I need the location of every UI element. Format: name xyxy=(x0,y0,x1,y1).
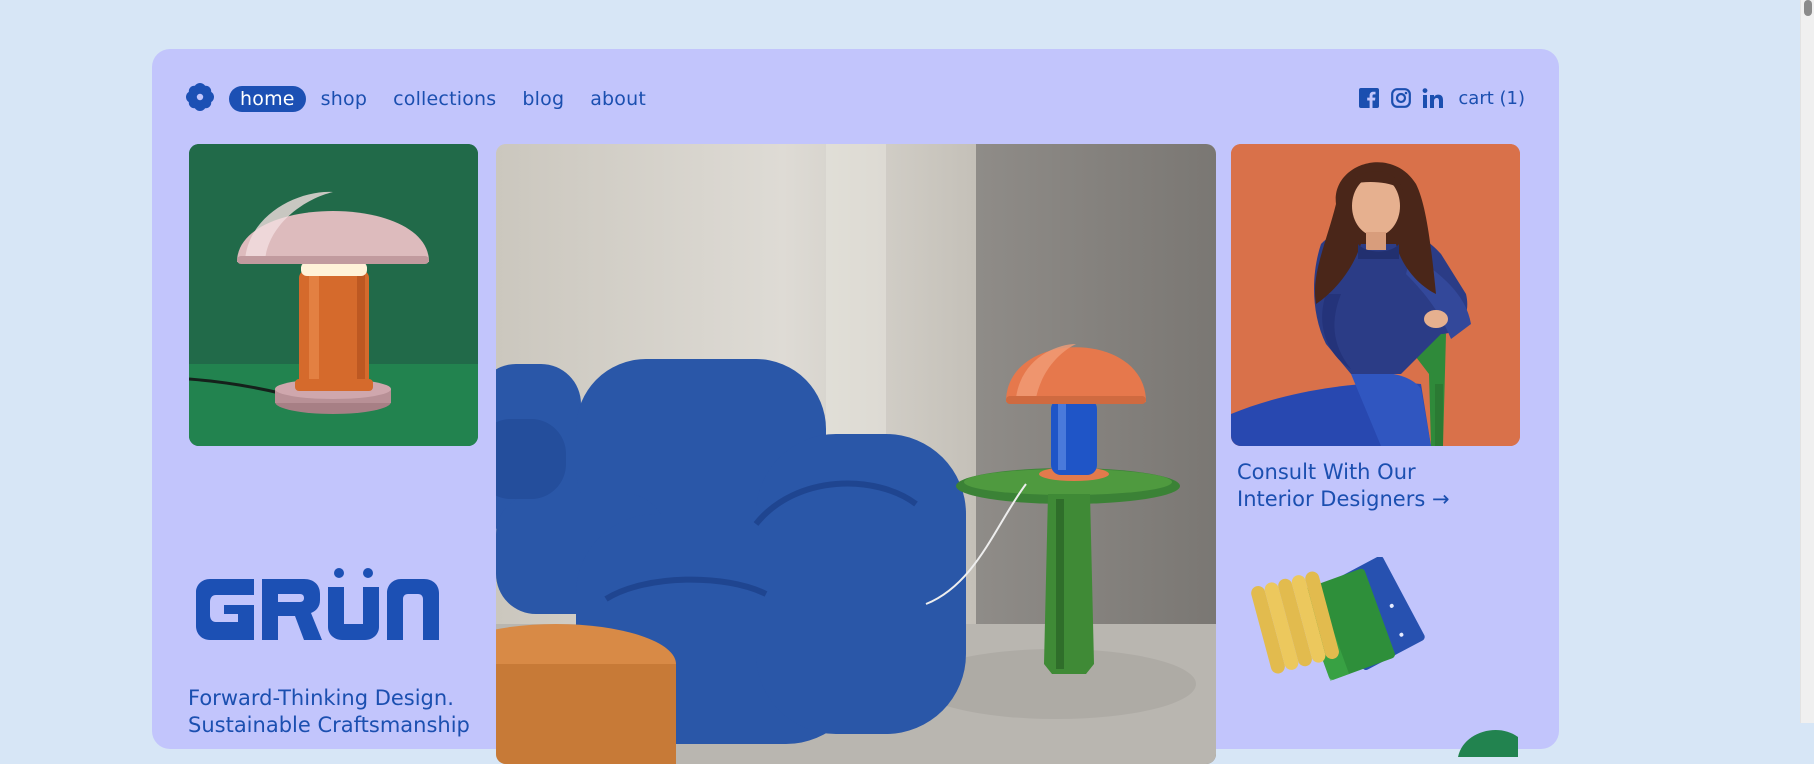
cart-link[interactable]: cart (1) xyxy=(1458,88,1525,109)
consult-line-2: Interior Designers → xyxy=(1237,486,1497,513)
consult-designers-link[interactable]: Consult With Our Interior Designers → xyxy=(1237,459,1497,513)
top-nav: home shop collections blog about cart (1… xyxy=(152,49,1559,149)
nav-link-home[interactable]: home xyxy=(229,86,306,112)
nav-link-about[interactable]: about xyxy=(579,86,657,112)
linkedin-icon[interactable] xyxy=(1422,87,1444,109)
nav-link-collections[interactable]: collections xyxy=(382,86,507,112)
brand-logo[interactable] xyxy=(196,567,446,652)
decorative-shape xyxy=(1458,729,1518,757)
arrow-right-icon: → xyxy=(1431,487,1450,511)
hero-image[interactable] xyxy=(496,144,1216,764)
tagline-line-2: Sustainable Craftsmanship xyxy=(188,713,470,737)
consult-line-2-text: Interior Designers xyxy=(1237,487,1426,511)
nav-links: home shop collections blog about xyxy=(229,86,657,112)
material-swatches-image[interactable] xyxy=(1242,557,1442,697)
instagram-icon[interactable] xyxy=(1390,87,1412,109)
consult-line-1: Consult With Our xyxy=(1237,460,1416,484)
flower-icon[interactable] xyxy=(185,82,215,112)
brand-tagline: Forward-Thinking Design. Sustainable Cra… xyxy=(188,685,470,739)
nav-link-shop[interactable]: shop xyxy=(310,86,378,112)
facebook-icon[interactable] xyxy=(1358,87,1380,109)
designer-portrait-image[interactable] xyxy=(1231,144,1520,446)
nav-right: cart (1) xyxy=(1358,87,1525,109)
scrollbar[interactable] xyxy=(1800,0,1814,723)
lamp-product-image[interactable] xyxy=(189,144,478,446)
tagline-line-1: Forward-Thinking Design. xyxy=(188,686,454,710)
main-panel: home shop collections blog about cart (1… xyxy=(152,49,1559,764)
nav-link-blog[interactable]: blog xyxy=(511,86,575,112)
scrollbar-thumb[interactable] xyxy=(1804,0,1812,16)
